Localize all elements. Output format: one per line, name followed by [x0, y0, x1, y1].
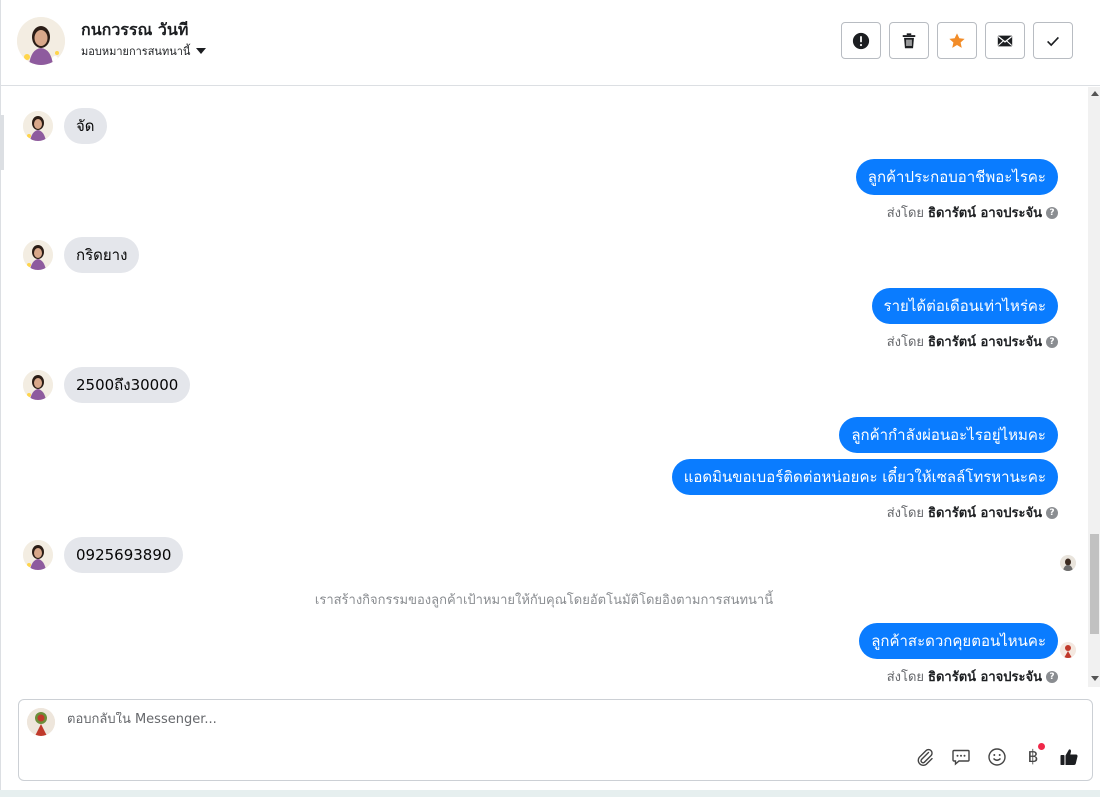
outgoing-message[interactable]: ลูกค้ากำลังผ่อนอะไรอยู่ไหมคะ	[839, 417, 1058, 453]
contact-avatar-small	[23, 111, 53, 141]
notification-dot	[1038, 743, 1045, 750]
smiley-icon	[988, 748, 1006, 766]
outgoing-message[interactable]: ลูกค้าสะดวกคุยตอนไหนคะ	[859, 623, 1058, 659]
help-icon[interactable]: ?	[1046, 506, 1058, 519]
read-receipt-avatar	[1060, 642, 1076, 658]
reply-input[interactable]	[67, 712, 967, 727]
chevron-down-icon	[196, 48, 207, 54]
incoming-message: 2500ถึง30000	[23, 367, 191, 403]
sent-by-prefix: ส่งโดย	[886, 506, 925, 521]
composer-tools: ฿	[914, 743, 1080, 768]
reply-composer: ฿	[18, 699, 1093, 781]
payment-button[interactable]: ฿	[1022, 743, 1045, 768]
header-actions	[841, 22, 1073, 59]
incoming-message: กริดยาง	[23, 237, 140, 273]
incoming-message: 0925693890	[23, 537, 184, 573]
star-icon	[949, 32, 965, 48]
check-icon	[1047, 36, 1059, 46]
scroll-up-arrow-icon[interactable]	[1091, 91, 1099, 96]
outgoing-message[interactable]: แอดมินขอเบอร์ติดต่อหน่อยคะ เดี๋ยวให้เซลล…	[671, 459, 1058, 495]
message-thread[interactable]: จัด ลูกค้าประกอบอาชีพอะไรคะ ส่งโดย ธิดาร…	[1, 87, 1087, 687]
spam-button[interactable]	[841, 22, 881, 59]
scroll-thumb[interactable]	[1090, 534, 1099, 634]
mark-done-button[interactable]	[1033, 22, 1073, 59]
assign-label: มอบหมายการสนทนานี้	[81, 45, 191, 58]
contact-avatar-small	[23, 540, 53, 570]
envelope-icon	[997, 35, 1013, 46]
emoji-button[interactable]	[986, 746, 1008, 768]
sent-by-label: ส่งโดย ธิดารัตน์ อาจประจัน ?	[887, 502, 1058, 523]
help-icon[interactable]: ?	[1046, 206, 1058, 219]
sent-by-label: ส่งโดย ธิดารัตน์ อาจประจัน ?	[887, 666, 1058, 687]
read-receipt-avatar	[1060, 555, 1076, 571]
mark-unread-button[interactable]	[985, 22, 1025, 59]
chat-bubble-icon	[952, 749, 970, 766]
contact-avatar-small	[23, 240, 53, 270]
scroll-down-arrow-icon[interactable]	[1091, 676, 1099, 681]
sent-by-agent[interactable]: ธิดารัตน์ อาจประจัน	[928, 666, 1042, 687]
sent-by-label: ส่งโดย ธิดารัตน์ อาจประจัน ?	[887, 331, 1058, 352]
bottom-strip	[0, 790, 1100, 797]
message-bubble[interactable]: กริดยาง	[64, 237, 140, 273]
conversation-header: กนกวรรณ วันที มอบหมายการสนทนานี้	[1, 0, 1100, 86]
trash-icon	[902, 32, 916, 48]
alert-icon	[852, 32, 870, 49]
outgoing-message[interactable]: รายได้ต่อเดือนเท่าไหร่คะ	[871, 288, 1058, 324]
message-bubble[interactable]: จัด	[64, 108, 107, 144]
sent-by-agent[interactable]: ธิดารัตน์ อาจประจัน	[928, 502, 1042, 523]
help-icon[interactable]: ?	[1046, 670, 1058, 683]
star-button[interactable]	[937, 22, 977, 59]
thread-scrollbar[interactable]	[1088, 87, 1100, 687]
outgoing-message[interactable]: ลูกค้าประกอบอาชีพอะไรคะ	[855, 159, 1058, 195]
sent-by-label: ส่งโดย ธิดารัตน์ อาจประจัน ?	[887, 202, 1058, 223]
sent-by-prefix: ส่งโดย	[886, 670, 925, 685]
assign-conversation-dropdown[interactable]: มอบหมายการสนทนานี้	[81, 42, 207, 60]
thumbs-up-icon	[1060, 749, 1078, 766]
like-button[interactable]	[1058, 746, 1080, 768]
contact-name: กนกวรรณ วันที	[81, 20, 189, 39]
saved-replies-button[interactable]	[950, 746, 972, 768]
thread-edge-indicator	[1, 115, 4, 170]
message-bubble[interactable]: 0925693890	[64, 537, 184, 573]
message-bubble[interactable]: 2500ถึง30000	[64, 367, 191, 403]
paperclip-icon	[917, 748, 933, 766]
contact-avatar[interactable]	[17, 17, 65, 65]
sent-by-prefix: ส่งโดย	[886, 335, 925, 350]
sent-by-prefix: ส่งโดย	[886, 206, 925, 221]
contact-avatar-small	[23, 370, 53, 400]
attach-button[interactable]	[914, 746, 936, 768]
baht-icon: ฿	[1027, 747, 1039, 767]
delete-button[interactable]	[889, 22, 929, 59]
help-icon[interactable]: ?	[1046, 335, 1058, 348]
conversation-window: กนกวรรณ วันที มอบหมายการสนทนานี้ จัด ลูก…	[0, 0, 1100, 797]
sent-by-agent[interactable]: ธิดารัตน์ อาจประจัน	[928, 202, 1042, 223]
agent-avatar	[27, 708, 55, 736]
sent-by-agent[interactable]: ธิดารัตน์ อาจประจัน	[928, 331, 1042, 352]
incoming-message: จัด	[23, 108, 107, 144]
system-note: เราสร้างกิจกรรมของลูกค้าเป้าหมายให้กับคุ…	[314, 593, 774, 608]
